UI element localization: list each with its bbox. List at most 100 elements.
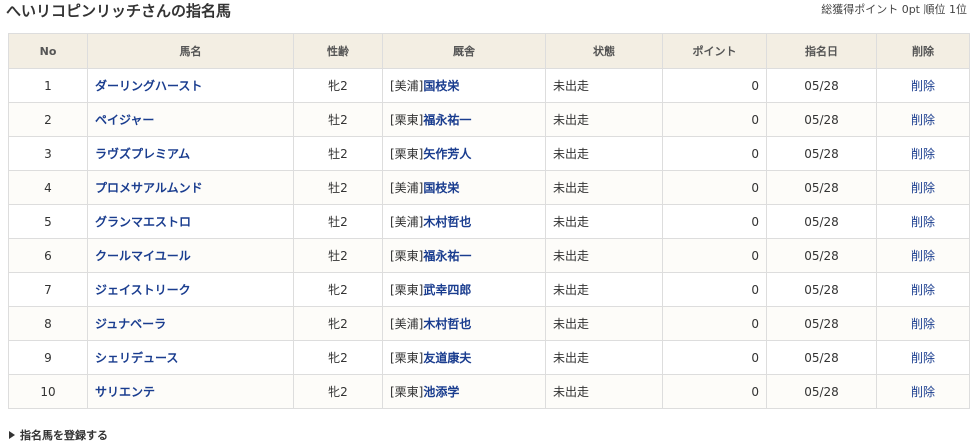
horse-name-link[interactable]: シェリデュース (95, 351, 178, 365)
row-number: 5 (8, 204, 88, 239)
horse-name-link[interactable]: サリエンテ (95, 385, 155, 399)
sex-age: 牝2 (293, 306, 383, 341)
horse-name-link[interactable]: クールマイユール (95, 249, 191, 263)
horse-name-link[interactable]: グランマエストロ (95, 215, 191, 229)
race-status: 未出走 (545, 68, 663, 103)
delete-button[interactable]: 削除 (911, 385, 935, 399)
sex-age: 牝2 (293, 340, 383, 375)
stable-region: [栗東] (390, 283, 424, 297)
delete-cell: 削除 (876, 374, 970, 409)
horse-name-link[interactable]: プロメサアルムンド (95, 181, 203, 195)
stable-cell: [栗東]福永祐一 (382, 238, 546, 273)
stable-cell: [栗東]福永祐一 (382, 102, 546, 137)
stable-cell: [栗東]武幸四郎 (382, 272, 546, 307)
column-header-stable: 厩舎 (382, 33, 546, 69)
trainer-name: 国枝栄 (423, 181, 460, 195)
stable-region: [美浦] (390, 181, 424, 195)
points-value: 0 (662, 170, 767, 205)
horse-name-cell: シェリデュース (87, 340, 294, 375)
horse-name-link[interactable]: ダーリングハースト (95, 79, 202, 93)
nomination-date: 05/28 (766, 170, 877, 205)
delete-button[interactable]: 削除 (911, 113, 935, 127)
table-body: 1 ダーリングハースト 牝2 [美浦]国枝栄 未出走 0 05/28 削除 2 ペイジャー 牡2 [栗… (8, 68, 970, 409)
sex-age: 牝2 (293, 374, 383, 409)
nomination-date: 05/28 (766, 102, 877, 137)
row-number: 3 (8, 136, 88, 171)
nominated-horses-table-wrapper: No 馬名 性齢 厩舎 状態 ポイント 指名日 削除 1 ダーリングハースト 牝2[… (8, 33, 970, 409)
stable-region: [栗東] (390, 351, 424, 365)
column-header-sex-age: 性齢 (293, 33, 383, 69)
trainer-name: 池添学 (423, 385, 460, 399)
points-value: 0 (662, 238, 767, 273)
table-row: 7 ジェイストリーク 牝2 [栗東]武幸四郎 未出走 0 05/28 削除 (8, 272, 970, 307)
horse-name-link[interactable]: ラヴズプレミアム (95, 147, 190, 161)
stable-region: [美浦] (390, 79, 424, 93)
sex-age: 牡2 (293, 238, 383, 273)
delete-button[interactable]: 削除 (911, 79, 935, 93)
table-row: 10 サリエンテ 牝2 [栗東]池添学 未出走 0 05/28 削除 (8, 374, 970, 409)
triangle-right-icon (9, 431, 15, 439)
delete-button[interactable]: 削除 (911, 147, 935, 161)
delete-cell: 削除 (876, 306, 970, 341)
delete-cell: 削除 (876, 340, 970, 375)
stable-region: [美浦] (390, 215, 424, 229)
points-value: 0 (662, 102, 767, 137)
points-value: 0 (662, 136, 767, 171)
table-row: 2 ペイジャー 牡2 [栗東]福永祐一 未出走 0 05/28 削除 (8, 102, 970, 137)
points-value: 0 (662, 272, 767, 307)
horse-name-cell: ダーリングハースト (87, 68, 294, 103)
delete-button[interactable]: 削除 (911, 317, 935, 331)
horse-name-link[interactable]: ペイジャー (95, 113, 154, 127)
nomination-date: 05/28 (766, 136, 877, 171)
sex-age: 牡2 (293, 136, 383, 171)
horse-name-cell: ラヴズプレミアム (87, 136, 294, 171)
stable-cell: [美浦]国枝栄 (382, 68, 546, 103)
points-value: 0 (662, 306, 767, 341)
horse-name-link[interactable]: ジェイストリーク (95, 283, 191, 297)
register-horse-link[interactable]: 指名馬を登録する (9, 428, 108, 444)
nomination-date: 05/28 (766, 306, 877, 341)
trainer-name: 福永祐一 (423, 113, 472, 127)
column-header-status: 状態 (545, 33, 663, 69)
trainer-name: 矢作芳人 (423, 147, 472, 161)
horse-name-cell: ジュナベーラ (87, 306, 294, 341)
stable-region: [栗東] (390, 249, 424, 263)
delete-cell: 削除 (876, 170, 970, 205)
delete-cell: 削除 (876, 238, 970, 273)
horse-name-cell: グランマエストロ (87, 204, 294, 239)
sex-age: 牝2 (293, 68, 383, 103)
race-status: 未出走 (545, 238, 663, 273)
delete-cell: 削除 (876, 136, 970, 171)
race-status: 未出走 (545, 374, 663, 409)
table-row: 1 ダーリングハースト 牝2 [美浦]国枝栄 未出走 0 05/28 削除 (8, 68, 970, 103)
horse-name-link[interactable]: ジュナベーラ (95, 317, 166, 331)
trainer-name: 国枝栄 (423, 79, 460, 93)
delete-cell: 削除 (876, 68, 970, 103)
nomination-date: 05/28 (766, 272, 877, 307)
nomination-date: 05/28 (766, 340, 877, 375)
stable-cell: [美浦]木村哲也 (382, 306, 546, 341)
delete-button[interactable]: 削除 (911, 351, 935, 365)
delete-button[interactable]: 削除 (911, 249, 935, 263)
nomination-date: 05/28 (766, 238, 877, 273)
register-horse-label: 指名馬を登録する (20, 429, 108, 442)
column-header-no: No (8, 33, 88, 69)
race-status: 未出走 (545, 306, 663, 341)
points-value: 0 (662, 374, 767, 409)
race-status: 未出走 (545, 170, 663, 205)
table-row: 9 シェリデュース 牝2 [栗東]友道康夫 未出走 0 05/28 削除 (8, 340, 970, 375)
table-row: 8 ジュナベーラ 牝2 [美浦]木村哲也 未出走 0 05/28 削除 (8, 306, 970, 341)
horse-name-cell: プロメサアルムンド (87, 170, 294, 205)
trainer-name: 福永祐一 (423, 249, 472, 263)
row-number: 10 (8, 374, 88, 409)
column-header-date: 指名日 (766, 33, 877, 69)
trainer-name: 木村哲也 (423, 317, 472, 331)
delete-button[interactable]: 削除 (911, 283, 935, 297)
delete-button[interactable]: 削除 (911, 181, 935, 195)
horse-name-cell: ペイジャー (87, 102, 294, 137)
sex-age: 牡2 (293, 204, 383, 239)
stable-cell: [美浦]国枝栄 (382, 170, 546, 205)
horse-name-cell: クールマイユール (87, 238, 294, 273)
column-header-delete: 削除 (876, 33, 970, 69)
delete-button[interactable]: 削除 (911, 215, 935, 229)
